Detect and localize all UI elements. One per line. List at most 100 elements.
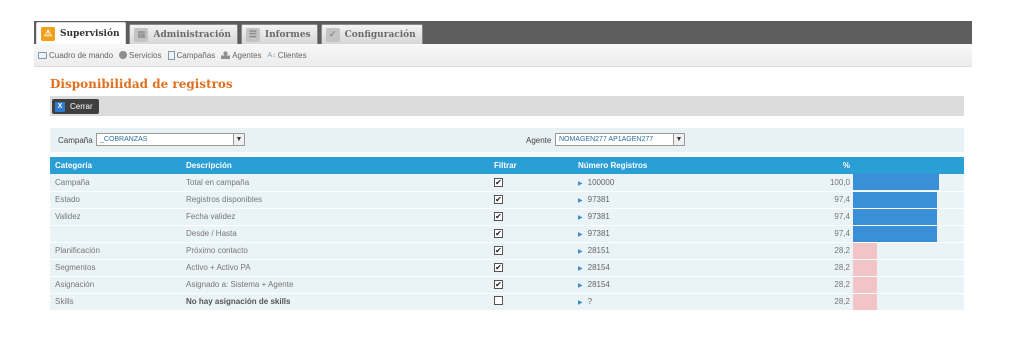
expand-arrow-icon[interactable]: ▶ bbox=[578, 198, 583, 204]
filter-checkbox[interactable]: ✔ bbox=[494, 229, 503, 239]
cell-filtrar: ✔ bbox=[489, 242, 573, 260]
cell-descripcion: Próximo contacto bbox=[181, 242, 489, 260]
record-count: 97381 bbox=[587, 212, 610, 221]
subnav-campanas[interactable]: Campañas bbox=[167, 50, 216, 60]
header-filtrar: Filtrar bbox=[489, 157, 573, 174]
cell-bar bbox=[853, 276, 964, 294]
header-categoria: Categoría bbox=[50, 157, 181, 174]
table-row: Desde / Hasta ✔ ▶ 97381 97,4 bbox=[50, 225, 964, 243]
cell-filtrar: ✔ bbox=[489, 174, 573, 192]
page-title: Disponibilidad de registros bbox=[50, 77, 233, 91]
cell-bar bbox=[853, 293, 964, 311]
tab-label: Configuración bbox=[344, 29, 416, 40]
tab-label: Informes bbox=[264, 29, 311, 40]
subnav-label: Campañas bbox=[176, 50, 216, 60]
percent-bar bbox=[853, 276, 877, 293]
cell-numero-registros[interactable]: ▶ 28154 bbox=[573, 259, 807, 277]
expand-arrow-icon[interactable]: ▶ bbox=[578, 232, 583, 238]
campaign-select[interactable]: _COBRANZAS ▼ bbox=[96, 133, 245, 146]
expand-arrow-icon[interactable]: ▶ bbox=[578, 300, 583, 306]
tab-label: Administración bbox=[153, 29, 231, 40]
cell-descripcion: No hay asignación de skills bbox=[181, 293, 489, 311]
cell-numero-registros[interactable]: ▶ 97381 bbox=[573, 225, 807, 243]
expand-arrow-icon[interactable]: ▶ bbox=[578, 283, 583, 289]
cell-descripcion: Fecha validez bbox=[181, 208, 489, 226]
chevron-down-icon[interactable]: ▼ bbox=[233, 134, 244, 145]
header-descripcion: Descripción bbox=[181, 157, 489, 174]
filter-checkbox[interactable]: ✔ bbox=[494, 195, 503, 205]
filter-checkbox[interactable]: ✔ bbox=[494, 212, 503, 222]
header-bar bbox=[853, 157, 964, 174]
sub-navigation: Cuadro de mando Servicios Campañas Agent… bbox=[34, 44, 972, 67]
filter-bar: Campaña _COBRANZAS ▼ Agente NOMAGEN277 A… bbox=[50, 128, 964, 152]
subnav-servicios[interactable]: Servicios bbox=[119, 51, 162, 60]
cell-percent: 28,2 bbox=[807, 293, 853, 311]
table-row: Campaña Total en campaña ✔ ▶ 100000 100,0 bbox=[50, 174, 964, 192]
tab-label: Supervisión bbox=[60, 28, 120, 39]
percent-bar bbox=[853, 174, 939, 190]
person-icon bbox=[221, 51, 231, 59]
percent-bar bbox=[853, 293, 877, 310]
cell-numero-registros[interactable]: ▶ 28154 bbox=[573, 276, 807, 294]
cell-percent: 97,4 bbox=[807, 191, 853, 209]
campaign-label: Campaña bbox=[58, 136, 93, 145]
percent-bar bbox=[853, 191, 937, 208]
percent-bar bbox=[853, 225, 937, 242]
agent-select[interactable]: NOMAGEN277 AP1AGEN277 ▼ bbox=[555, 133, 685, 146]
percent-bar bbox=[853, 208, 937, 225]
header-percent: % bbox=[807, 157, 853, 174]
filter-checkbox[interactable]: ✔ bbox=[494, 280, 503, 290]
cell-descripcion: Asignado a: Sistema + Agente bbox=[181, 276, 489, 294]
cell-bar bbox=[853, 191, 964, 209]
expand-arrow-icon[interactable]: ▶ bbox=[578, 181, 583, 187]
cell-numero-registros[interactable]: ▶ 97381 bbox=[573, 208, 807, 226]
table-row: Estado Registros disponibles ✔ ▶ 97381 97,4 bbox=[50, 191, 964, 209]
table-row: Segmentos Activo + Activo PA ✔ ▶ 28154 28,2 bbox=[50, 259, 964, 277]
warning-icon: ⚠ bbox=[41, 26, 55, 41]
record-count: ? bbox=[587, 297, 593, 306]
subnav-label: Cuadro de mando bbox=[49, 50, 114, 60]
agent-label: Agente bbox=[526, 136, 552, 145]
cell-numero-registros[interactable]: ▶ 100000 bbox=[573, 174, 807, 192]
filter-checkbox[interactable]: ✔ bbox=[494, 263, 503, 273]
filter-checkbox[interactable]: ✔ bbox=[494, 178, 503, 187]
record-count: 28154 bbox=[587, 263, 610, 272]
cell-percent: 28,2 bbox=[807, 259, 853, 277]
table-row: Skills No hay asignación de skills ▶? 28,2 bbox=[50, 293, 964, 311]
subnav-agentes[interactable]: Agentes bbox=[221, 50, 262, 60]
cell-numero-registros[interactable]: ▶? bbox=[573, 293, 807, 311]
subnav-cuadro-de-mando[interactable]: Cuadro de mando bbox=[38, 51, 113, 60]
tab-administracion[interactable]: ▦ Administración bbox=[129, 24, 238, 44]
cell-percent: 28,2 bbox=[807, 242, 853, 260]
close-icon: X bbox=[55, 101, 65, 112]
subnav-label: Agentes bbox=[232, 50, 262, 60]
subnav-clientes[interactable]: A↓ Clientes bbox=[268, 51, 307, 60]
expand-arrow-icon[interactable]: ▶ bbox=[578, 266, 583, 272]
az-icon: A↓ bbox=[267, 51, 276, 59]
subnav-label: Clientes bbox=[277, 50, 307, 60]
cell-numero-registros[interactable]: ▶ 97381 bbox=[573, 191, 807, 209]
tab-configuracion[interactable]: ✓ Configuración bbox=[320, 24, 423, 44]
cell-categoria: Campaña bbox=[50, 174, 181, 192]
cell-categoria: Skills bbox=[50, 293, 181, 311]
close-button[interactable]: X Cerrar bbox=[52, 99, 99, 114]
agent-value: NOMAGEN277 AP1AGEN277 bbox=[559, 136, 654, 143]
filter-checkbox[interactable]: ✔ bbox=[494, 246, 503, 256]
top-tab-bar: ⚠ Supervisión ▦ Administración ☰ Informe… bbox=[34, 21, 972, 44]
cell-filtrar: ✔ bbox=[489, 276, 573, 294]
cell-numero-registros[interactable]: ▶ 28151 bbox=[573, 242, 807, 260]
cell-filtrar bbox=[489, 293, 573, 311]
report-icon: ☰ bbox=[245, 27, 260, 42]
expand-arrow-icon[interactable]: ▶ bbox=[578, 249, 583, 255]
tab-informes[interactable]: ☰ Informes bbox=[240, 24, 318, 44]
expand-arrow-icon[interactable]: ▶ bbox=[578, 215, 583, 221]
chevron-down-icon[interactable]: ▼ bbox=[673, 134, 684, 145]
filter-checkbox[interactable] bbox=[494, 296, 503, 305]
cell-categoria: Estado bbox=[50, 191, 181, 209]
tab-supervision[interactable]: ⚠ Supervisión bbox=[36, 22, 127, 44]
table-row: Planificación Próximo contacto ✔ ▶ 28151 28,2 bbox=[50, 242, 964, 260]
cell-descripcion: Total en campaña bbox=[181, 174, 489, 192]
cell-bar bbox=[853, 242, 964, 260]
record-count: 28151 bbox=[587, 246, 610, 255]
cell-filtrar: ✔ bbox=[489, 259, 573, 277]
